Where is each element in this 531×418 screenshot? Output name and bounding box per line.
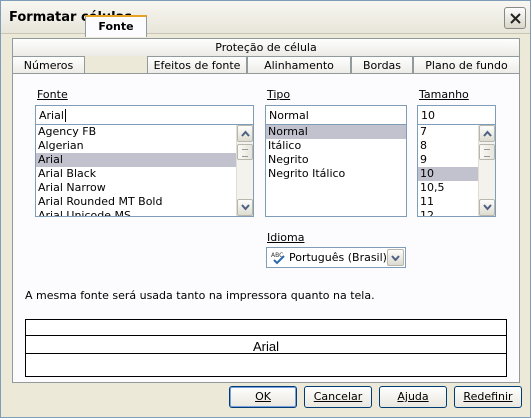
- font-preview: Arial: [25, 319, 507, 377]
- scroll-up-button[interactable]: [237, 125, 253, 142]
- font-style-list[interactable]: Normal Itálico Negrito Negrito Itálico: [265, 124, 407, 217]
- style-label-text: Tipo: [267, 88, 291, 101]
- list-item[interactable]: Arial Black: [36, 167, 253, 181]
- list-item-selected[interactable]: Normal: [266, 125, 406, 139]
- chevron-up-icon: [241, 130, 250, 137]
- tab-plano-de-fundo[interactable]: Plano de fundo: [413, 56, 520, 74]
- language-label-text: Idioma: [267, 231, 305, 244]
- tab-label: Efeitos de fonte: [153, 59, 241, 72]
- font-size-list[interactable]: 7 8 9 10 10,5 11 12: [417, 124, 496, 217]
- list-item[interactable]: Negrito: [266, 153, 406, 167]
- font-list[interactable]: Agency FB Algerian Arial Arial Black Ari…: [35, 124, 254, 217]
- reset-button[interactable]: Redefinir: [454, 386, 522, 408]
- language-value: Português (Brasil): [289, 251, 387, 264]
- chevron-up-icon: [483, 130, 492, 137]
- list-item[interactable]: Negrito Itálico: [266, 167, 406, 181]
- chevron-down-icon: [483, 204, 492, 211]
- info-text: A mesma fonte será usada tanto na impres…: [25, 289, 375, 302]
- preview-top-line: [26, 335, 506, 336]
- tab-bordas[interactable]: Bordas: [351, 56, 413, 74]
- language-dropdown-button[interactable]: [387, 249, 404, 266]
- size-label-text: Tamanho: [419, 88, 469, 101]
- title-bar: Formatar células: [1, 1, 530, 34]
- font-size-value: 10: [421, 109, 435, 122]
- list-item[interactable]: Arial Unicode MS: [36, 209, 253, 216]
- help-button[interactable]: Ajuda: [379, 386, 447, 408]
- list-item[interactable]: Algerian: [36, 139, 253, 153]
- spellcheck-language-icon: ABC: [271, 252, 285, 265]
- font-label-text: Fonte: [37, 88, 68, 101]
- reset-button-label: Redefinir: [463, 390, 513, 403]
- list-item[interactable]: Agency FB: [36, 125, 253, 139]
- cancel-button[interactable]: Cancelar: [304, 386, 372, 408]
- list-item[interactable]: Itálico: [266, 139, 406, 153]
- cancel-button-label: Cancelar: [313, 390, 363, 403]
- scroll-thumb[interactable]: [479, 144, 495, 160]
- font-style-value: Normal: [269, 109, 309, 122]
- list-item-selected[interactable]: Arial: [36, 153, 253, 167]
- font-size-input[interactable]: 10: [417, 105, 496, 125]
- close-button[interactable]: [504, 7, 526, 29]
- close-icon: [510, 13, 521, 24]
- tab-efeitos-de-fonte[interactable]: Efeitos de fonte: [147, 56, 247, 74]
- list-item[interactable]: Arial Rounded MT Bold: [36, 195, 253, 209]
- tab-alinhamento[interactable]: Alinhamento: [247, 56, 351, 74]
- style-label: Tipo: [267, 88, 290, 101]
- font-name-input[interactable]: Arial: [35, 105, 254, 125]
- list-item[interactable]: Arial Narrow: [36, 181, 253, 195]
- tab-fonte[interactable]: Fonte: [85, 15, 147, 37]
- chevron-down-icon: [241, 204, 250, 211]
- tab-protecao-celula[interactable]: Proteção de célula: [12, 38, 520, 56]
- tab-label: Plano de fundo: [425, 59, 508, 72]
- help-button-label: Ajuda: [397, 390, 429, 403]
- font-name-value: Arial: [39, 109, 64, 122]
- chevron-down-icon: [391, 255, 400, 261]
- font-label: Fonte: [37, 88, 68, 101]
- size-list-scrollbar[interactable]: [478, 125, 495, 216]
- dialog-window: Formatar células Proteção de célula Núme…: [0, 0, 531, 418]
- tab-label: Bordas: [362, 59, 402, 72]
- language-label: Idioma: [267, 231, 304, 244]
- scroll-down-button[interactable]: [479, 199, 495, 216]
- ok-button-label: OK: [255, 390, 271, 403]
- ok-button[interactable]: OK: [229, 386, 297, 408]
- scroll-up-button[interactable]: [479, 125, 495, 142]
- tab-label: Fonte: [98, 20, 134, 33]
- size-label: Tamanho: [419, 88, 469, 101]
- font-style-input[interactable]: Normal: [265, 105, 407, 125]
- tab-label: Números: [23, 59, 74, 72]
- tab-numeros[interactable]: Números: [12, 56, 85, 74]
- scroll-thumb[interactable]: [237, 144, 253, 160]
- tab-label: Alinhamento: [264, 59, 334, 72]
- font-list-scrollbar[interactable]: [236, 125, 253, 216]
- tab-label: Proteção de célula: [215, 41, 317, 54]
- scroll-down-button[interactable]: [237, 199, 253, 216]
- preview-text: Arial: [252, 339, 279, 354]
- language-select[interactable]: ABC Português (Brasil): [266, 247, 406, 268]
